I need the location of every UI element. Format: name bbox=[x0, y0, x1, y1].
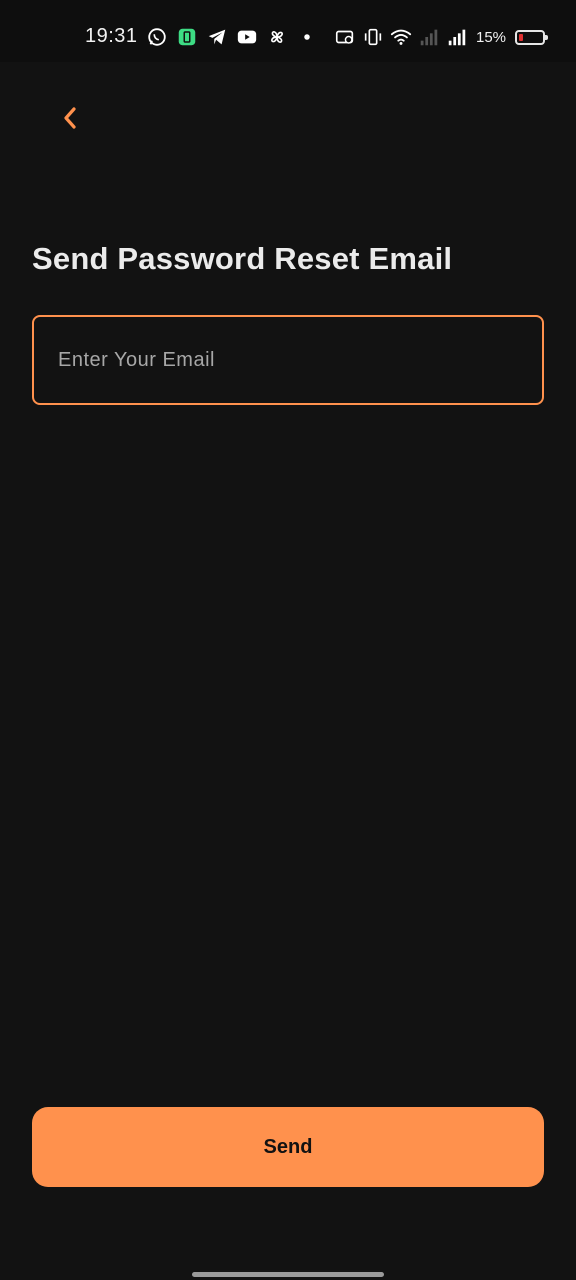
pinwheel-icon bbox=[266, 26, 288, 48]
vibrate-icon bbox=[362, 26, 384, 48]
battery-level bbox=[519, 33, 524, 41]
email-input[interactable] bbox=[34, 317, 542, 403]
battery-percent: 15% bbox=[476, 28, 507, 46]
page-title: Send Password Reset Email bbox=[32, 241, 453, 276]
youtube-icon bbox=[236, 26, 258, 48]
signal-icon-2 bbox=[446, 26, 468, 48]
send-button[interactable]: Send bbox=[32, 1107, 544, 1187]
wifi-icon bbox=[390, 26, 412, 48]
whatsapp-icon bbox=[146, 26, 168, 48]
back-button[interactable] bbox=[50, 100, 90, 140]
battery-saver-icon bbox=[176, 26, 198, 48]
chevron-left-icon bbox=[59, 104, 81, 137]
battery-icon bbox=[515, 29, 549, 45]
email-field[interactable] bbox=[32, 315, 544, 405]
signal-icon-1 bbox=[418, 26, 440, 48]
telegram-icon bbox=[206, 26, 228, 48]
dot-icon bbox=[296, 26, 318, 48]
screen-record-icon bbox=[334, 26, 356, 48]
status-time: 19:31 bbox=[85, 25, 138, 47]
home-indicator[interactable] bbox=[192, 1272, 384, 1277]
status-bar: 19:31 15% bbox=[0, 0, 576, 62]
status-right-icons: 15% bbox=[334, 24, 549, 50]
screen: 19:31 15% Send Password Reset Email Ente… bbox=[0, 0, 576, 1280]
status-left-icons bbox=[146, 24, 318, 50]
